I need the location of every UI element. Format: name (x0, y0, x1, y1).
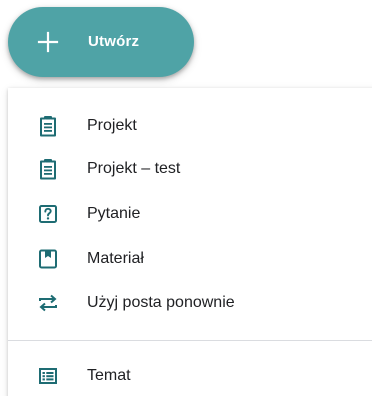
menu-item-reuse-post[interactable]: Użyj posta ponownie (8, 281, 372, 325)
menu-divider (8, 340, 372, 341)
menu-item-label: Projekt – test (87, 160, 181, 177)
assignment-icon (40, 116, 56, 137)
menu-item-label: Pytanie (87, 205, 141, 222)
create-page: Utwórz Projekt Projekt – test Pytanie Ma… (0, 0, 372, 396)
menu-item-assignment[interactable]: Projekt (8, 104, 372, 148)
menu-item-label: Materiał (87, 250, 144, 267)
menu-item-assignment-test[interactable]: Projekt – test (8, 147, 372, 191)
assignment-icon (40, 159, 56, 180)
menu-item-topic[interactable]: Temat (8, 354, 372, 396)
menu-item-label: Projekt (87, 117, 137, 134)
menu-item-material[interactable]: Materiał (8, 237, 372, 281)
plus-icon (37, 31, 59, 53)
book-icon (39, 249, 57, 269)
menu-item-label: Temat (87, 367, 131, 384)
create-button-label: Utwórz (88, 33, 140, 50)
create-menu: Projekt Projekt – test Pytanie Materiał … (8, 88, 372, 396)
menu-item-label: Użyj posta ponownie (87, 294, 235, 311)
menu-item-question[interactable]: Pytanie (8, 192, 372, 236)
create-button[interactable]: Utwórz (8, 7, 194, 77)
question-icon (39, 205, 57, 223)
reuse-icon (39, 294, 57, 312)
topic-list-icon (39, 368, 57, 384)
